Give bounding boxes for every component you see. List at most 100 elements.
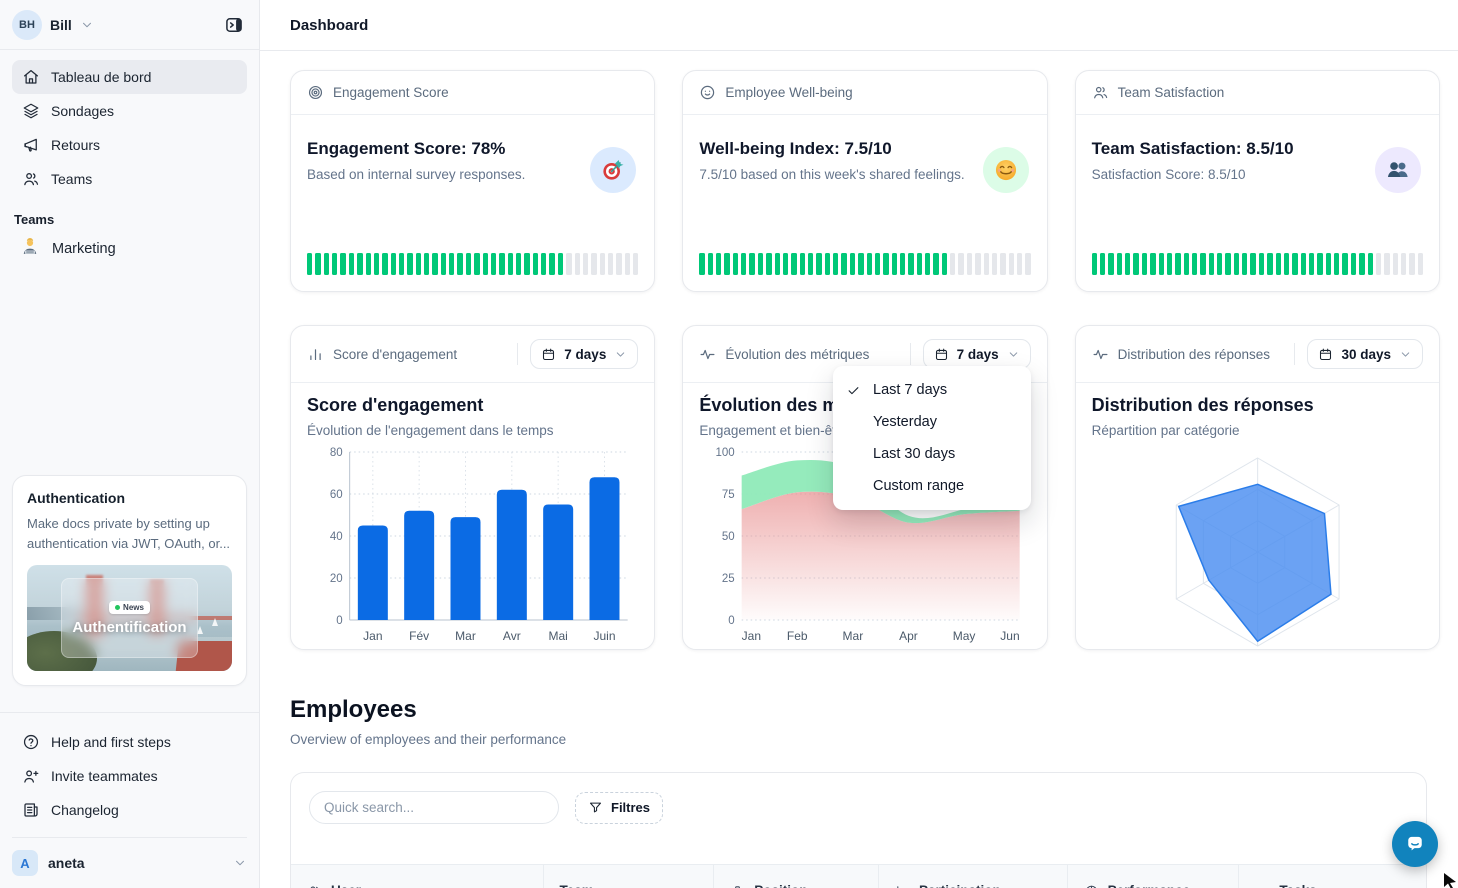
svg-text:Mar: Mar (455, 629, 476, 643)
workspace-switcher[interactable]: A aneta (12, 837, 247, 876)
team-satisfaction-card: Team Satisfaction Team Satisfaction: 8.5… (1075, 70, 1440, 292)
column-label: Team (560, 883, 594, 888)
engagement-bar-chart: 020406080JanFévMarAvrMaiJuin (307, 440, 638, 652)
column-header-performance[interactable]: Performance (1068, 865, 1240, 888)
sidebar-item-retours[interactable]: Retours (12, 128, 247, 162)
chevron-down-icon (233, 856, 247, 870)
engagement-score-card: Engagement Score Engagement Score: 78% B… (290, 70, 655, 292)
divider (1294, 343, 1295, 365)
employees-subtitle: Overview of employees and their performa… (290, 732, 1440, 747)
user-name[interactable]: Bill (50, 17, 72, 33)
sidebar-item-changelog[interactable]: Changelog (12, 793, 247, 827)
chart-subtitle: Évolution de l'engagement dans le temps (307, 423, 638, 438)
wellbeing-progress-bar (699, 253, 1030, 275)
busts-emoji-badge (1375, 147, 1421, 193)
menu-item-last-7-days[interactable]: Last 7 days (833, 374, 1031, 406)
column-header-position[interactable]: Position (714, 865, 879, 888)
menu-item-last-30-days[interactable]: Last 30 days (833, 438, 1031, 470)
target-icon (307, 84, 324, 101)
nav-item-label: Tableau de bord (51, 69, 151, 85)
technologist-emoji-icon (20, 237, 40, 261)
stat-title: Engagement Score: 78% (307, 139, 638, 159)
search-input[interactable] (309, 791, 559, 824)
svg-text:Jan: Jan (742, 629, 761, 643)
user-avatar[interactable]: BH (12, 10, 42, 40)
sidebar-section-label: Teams (0, 196, 259, 231)
nav-item-label: Retours (51, 137, 100, 153)
column-label: Position (754, 883, 807, 888)
svg-text:Fév: Fév (409, 629, 429, 643)
sidebar: BH Bill Tableau de bord Sondages Retours Te… (0, 0, 260, 888)
sidebar-teams-list: Marketing (0, 231, 259, 267)
app-root: BH Bill Tableau de bord Sondages Retours Te… (0, 0, 1458, 888)
svg-text:0: 0 (336, 615, 342, 627)
dart-emoji-badge (590, 147, 636, 193)
sidebar-footer-nav: Help and first steps Invite teammates Chan… (0, 712, 259, 827)
column-header-user[interactable]: User (291, 865, 544, 888)
chart-title: Distribution des réponses (1092, 395, 1423, 416)
divider (517, 343, 518, 365)
svg-text:20: 20 (330, 573, 343, 585)
stat-title: Team Satisfaction: 8.5/10 (1092, 139, 1423, 159)
menu-item-yesterday[interactable]: Yesterday (833, 406, 1031, 438)
menu-item-custom-range[interactable]: Custom range (833, 470, 1031, 502)
column-header-tasks[interactable]: Tasks (1239, 865, 1426, 888)
stat-cards-row: Engagement Score Engagement Score: 78% B… (290, 70, 1440, 292)
chevron-down-icon[interactable] (80, 18, 94, 32)
sidebar-item-help-and-first-steps[interactable]: Help and first steps (12, 725, 247, 759)
promo-image[interactable]: News Authentification (27, 565, 232, 671)
megaphone-icon (22, 136, 40, 154)
column-label: Performance (1108, 883, 1191, 888)
card-header-label: Score d'engagement (333, 347, 457, 362)
filters-button[interactable]: Filtres (575, 792, 663, 824)
scene-sailboat (197, 626, 203, 634)
column-header-team[interactable]: Team (544, 865, 715, 888)
calendar-icon (934, 347, 949, 362)
svg-text:60: 60 (330, 489, 343, 501)
nav-item-label: Changelog (51, 802, 119, 818)
nav-item-label: Invite teammates (51, 768, 158, 784)
date-range-button[interactable]: 7 days (530, 339, 638, 369)
svg-text:Juin: Juin (593, 629, 615, 643)
sidebar-item-teams[interactable]: Teams (12, 162, 247, 196)
chevron-down-icon (614, 348, 627, 361)
chart-title: Score d'engagement (307, 395, 638, 416)
svg-text:50: 50 (722, 531, 735, 543)
svg-text:40: 40 (330, 531, 343, 543)
sidebar-team-marketing[interactable]: Marketing (0, 231, 259, 267)
smiley-icon (699, 84, 716, 101)
svg-text:100: 100 (716, 447, 735, 459)
nav-item-label: Sondages (51, 103, 114, 119)
chat-launcher-button[interactable] (1392, 821, 1438, 867)
column-header-participation[interactable]: Participation (879, 865, 1068, 888)
chevron-down-icon (1399, 348, 1412, 361)
date-range-button[interactable]: 30 days (1307, 339, 1423, 369)
sidebar-item-invite-teammates[interactable]: Invite teammates (12, 759, 247, 793)
stat-subtitle: 7.5/10 based on this week's shared feeli… (699, 167, 1030, 182)
authentication-promo-card[interactable]: Authentication Make docs private by sett… (12, 475, 247, 686)
users-icon (307, 884, 322, 888)
column-label: Tasks (1279, 883, 1316, 888)
smile-emoji-badge (983, 147, 1029, 193)
collapse-sidebar-button[interactable] (221, 12, 247, 38)
engagement-progress-bar (307, 253, 638, 275)
card-header-label: Évolution des métriques (725, 347, 869, 362)
card-header-label: Employee Well-being (725, 85, 852, 100)
page-title: Dashboard (290, 17, 368, 34)
sidebar-item-tableau-de-bord[interactable]: Tableau de bord (12, 60, 247, 94)
svg-text:May: May (953, 629, 976, 643)
calendar-icon (541, 347, 556, 362)
card-header-label: Distribution des réponses (1118, 347, 1270, 362)
bar-chart-icon (307, 346, 324, 363)
sidebar-nav: Tableau de bord Sondages Retours Teams (0, 50, 259, 196)
svg-text:Apr: Apr (899, 629, 918, 643)
sidebar-item-sondages[interactable]: Sondages (12, 94, 247, 128)
svg-text:Mai: Mai (548, 629, 567, 643)
date-range-button[interactable]: 7 days (923, 339, 1031, 369)
workspace-avatar: A (12, 850, 38, 876)
employees-title: Employees (290, 696, 1440, 724)
stat-subtitle: Based on internal survey responses. (307, 167, 638, 182)
bar-chart-axis-icon (895, 884, 910, 888)
menu-item-label: Yesterday (873, 414, 937, 430)
date-range-menu: Last 7 days Yesterday Last 30 daysCustom r… (833, 366, 1031, 510)
